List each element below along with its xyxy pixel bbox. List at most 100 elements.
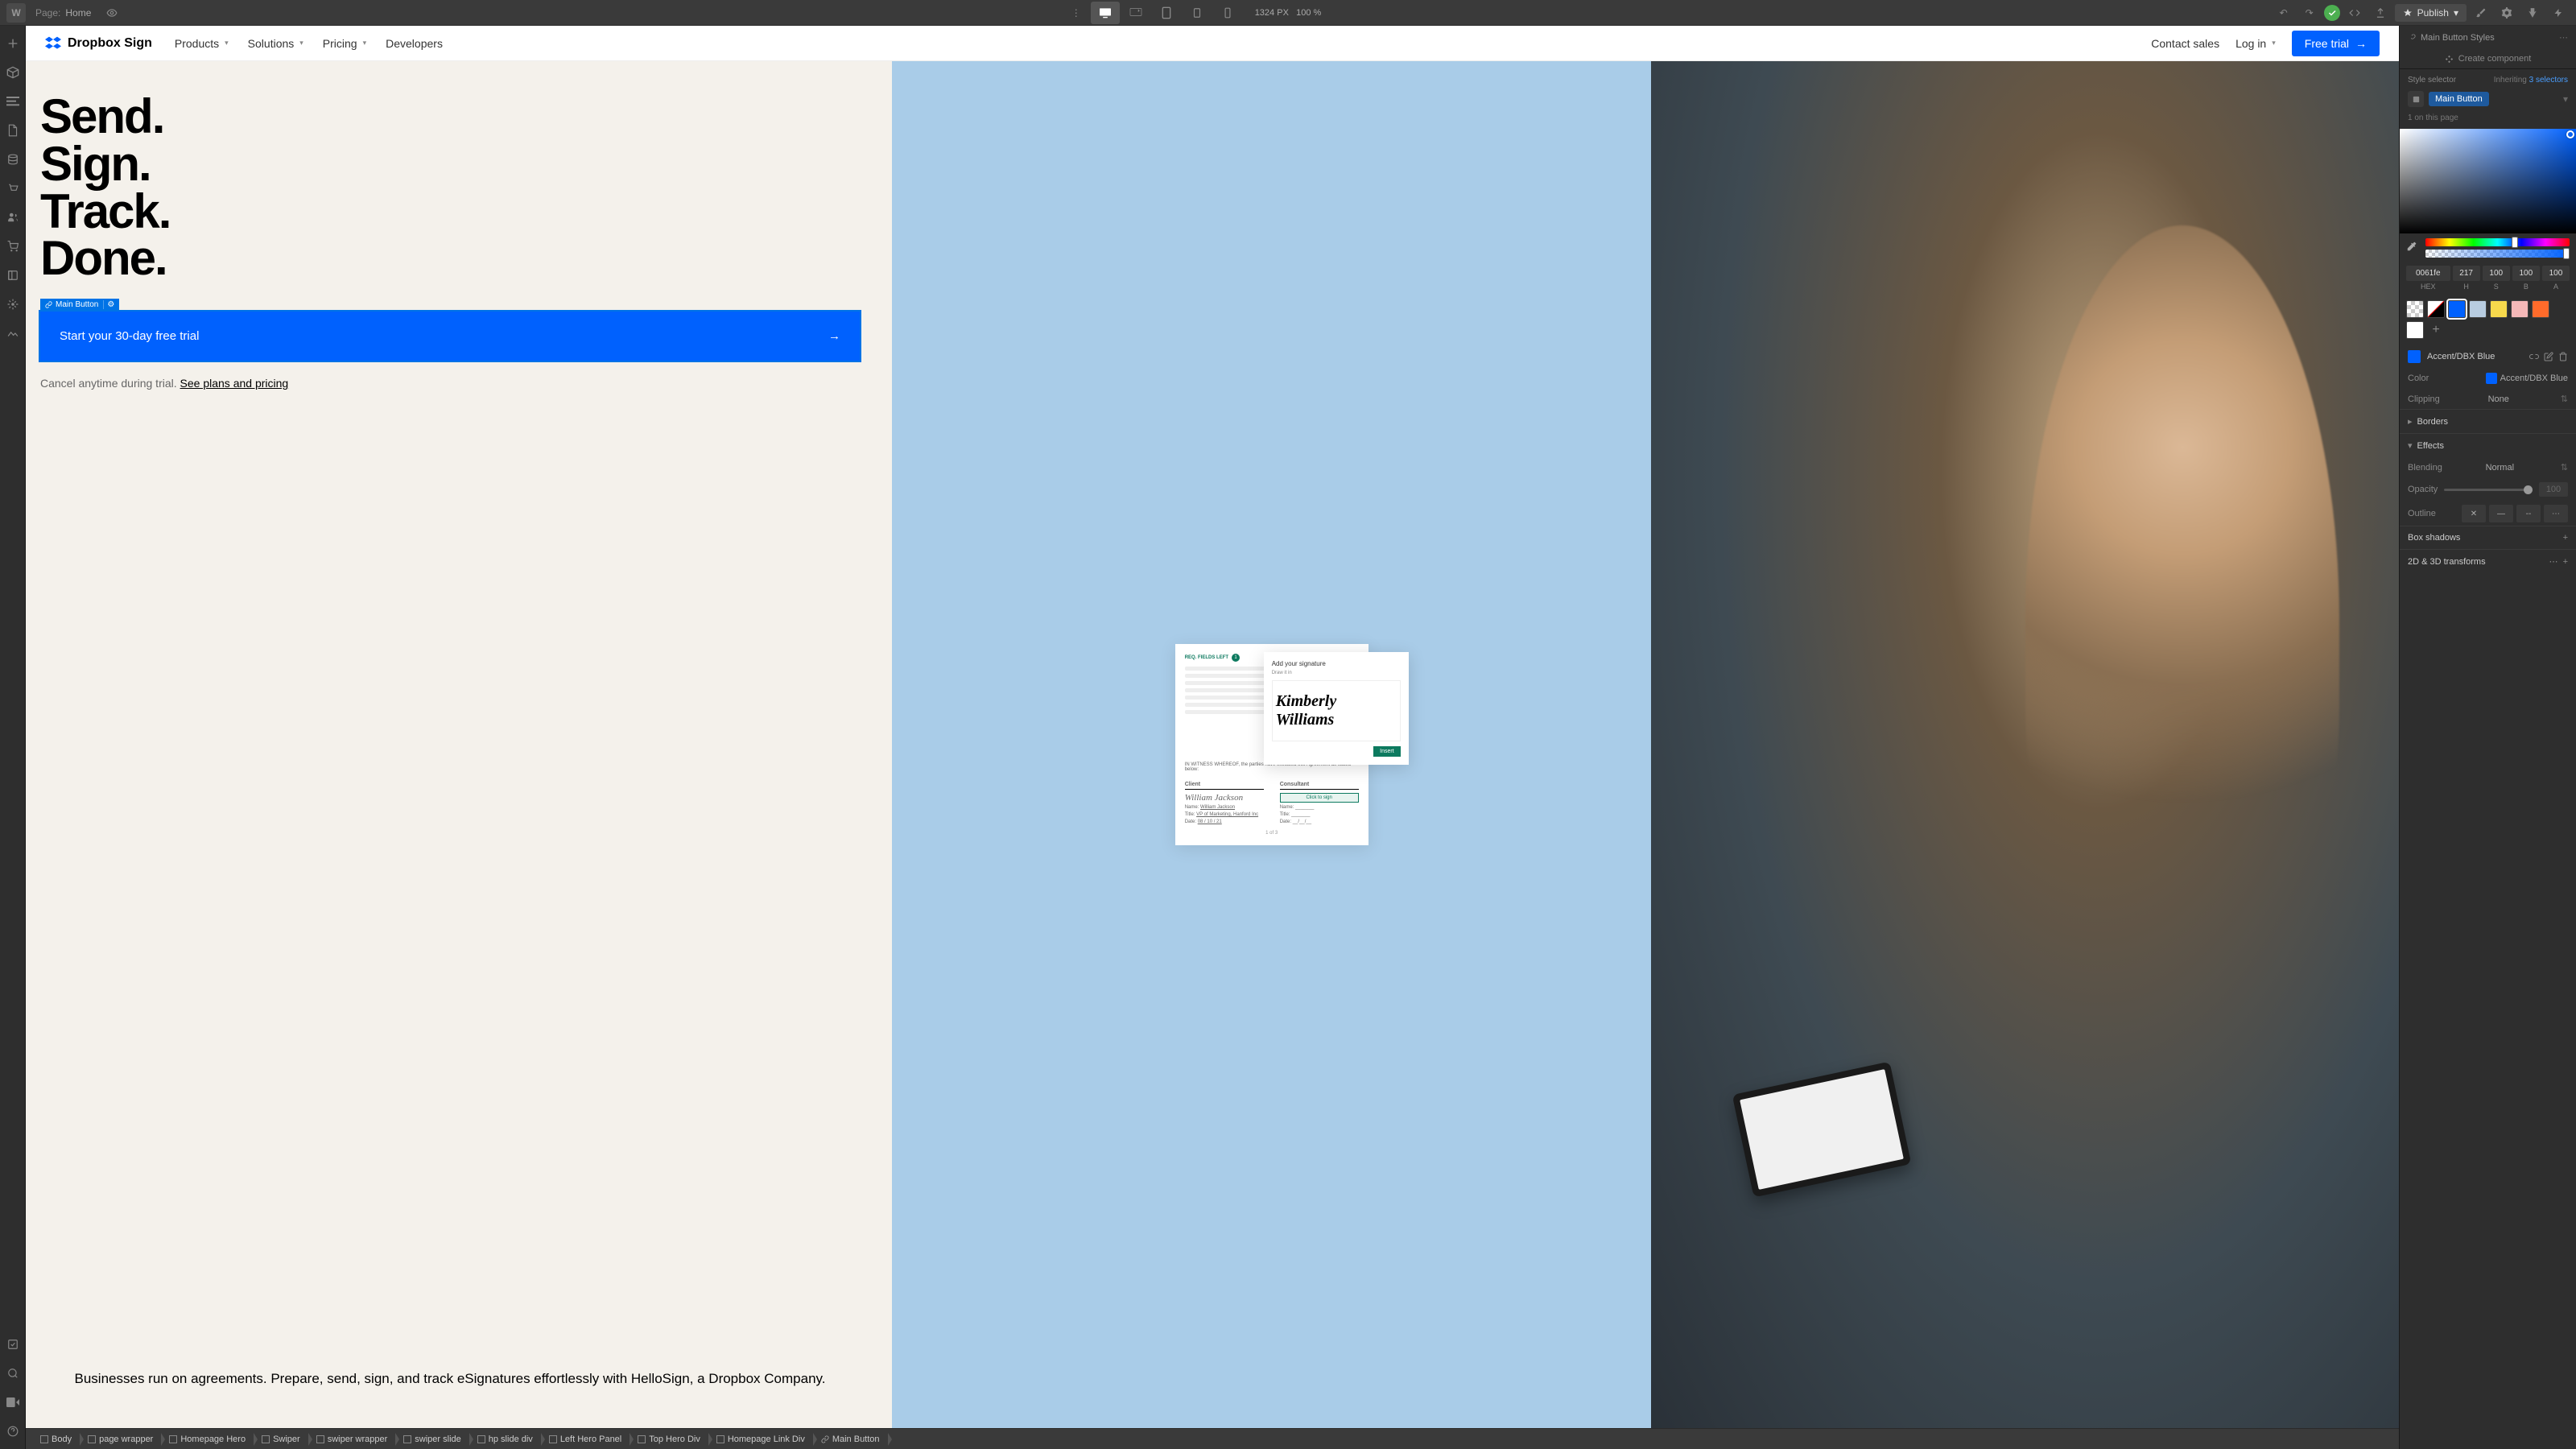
cms-icon[interactable]: [0, 145, 26, 174]
add-shadow-icon[interactable]: +: [2563, 533, 2568, 543]
selection-settings-icon[interactable]: ⚙: [103, 300, 114, 309]
saturation-picker[interactable]: [2400, 129, 2576, 233]
audit-icon[interactable]: [0, 319, 26, 348]
hue-slider[interactable]: [2425, 238, 2570, 246]
click-to-sign[interactable]: Click to sign: [1280, 793, 1359, 803]
hero-plans-link[interactable]: See plans and pricing: [180, 377, 289, 390]
ecommerce-icon[interactable]: [0, 174, 26, 203]
swatch-lightblue[interactable]: [2469, 300, 2487, 318]
design-canvas[interactable]: Dropbox Sign Products Solutions Pricing …: [26, 26, 2399, 1428]
nav-login[interactable]: Log in: [2235, 37, 2276, 50]
h-input[interactable]: [2453, 266, 2480, 281]
bc-homepage-hero[interactable]: Homepage Hero: [161, 1435, 254, 1444]
create-component-button[interactable]: Create component: [2400, 49, 2576, 69]
s-input[interactable]: [2483, 266, 2510, 281]
nav-trial-button[interactable]: Free trial→: [2292, 31, 2380, 56]
bc-homepage-link-div[interactable]: Homepage Link Div: [708, 1435, 813, 1444]
cart-icon[interactable]: [0, 232, 26, 261]
nav-products[interactable]: Products: [175, 37, 229, 50]
device-tablet[interactable]: [1152, 2, 1181, 24]
delete-icon[interactable]: [2558, 352, 2568, 361]
hero-description[interactable]: Businesses run on agreements. Prepare, s…: [40, 1369, 860, 1406]
interactions-icon[interactable]: [2521, 2, 2544, 24]
device-desktop[interactable]: [1091, 2, 1120, 24]
selection-label[interactable]: Main Button ⚙: [40, 299, 119, 311]
nav-contact[interactable]: Contact sales: [2151, 37, 2219, 50]
box-shadows-section[interactable]: Box shadows+: [2400, 526, 2576, 549]
eyedropper-icon[interactable]: [2406, 241, 2421, 255]
box-icon[interactable]: [0, 58, 26, 87]
bc-body[interactable]: Body: [32, 1435, 80, 1444]
main-button[interactable]: Start your 30-day free trial →: [40, 312, 860, 361]
swatch-yellow[interactable]: [2490, 300, 2508, 318]
b-input[interactable]: [2512, 266, 2540, 281]
publish-button[interactable]: Publish ▾: [2395, 4, 2467, 22]
menu-icon[interactable]: ⋮: [1065, 2, 1088, 24]
bolt-icon[interactable]: [2547, 2, 2570, 24]
edit-icon[interactable]: [2544, 352, 2553, 361]
preview-icon[interactable]: [101, 2, 123, 24]
selector-dropdown-icon[interactable]: ▾: [2563, 93, 2568, 105]
navigator-icon[interactable]: [0, 87, 26, 116]
nav-pricing[interactable]: Pricing: [323, 37, 366, 50]
code-icon[interactable]: [2343, 2, 2366, 24]
swatch-blackwhite[interactable]: [2427, 300, 2445, 318]
add-element-icon[interactable]: [0, 29, 26, 58]
help-icon[interactable]: [0, 1417, 26, 1446]
device-tablet-small[interactable]: [1183, 2, 1212, 24]
search-icon[interactable]: [0, 1359, 26, 1388]
detach-icon[interactable]: [2529, 352, 2539, 361]
a-input[interactable]: [2542, 266, 2570, 281]
bc-main-button[interactable]: Main Button: [813, 1435, 888, 1444]
blending-select[interactable]: Normal: [2486, 463, 2514, 473]
clipping-select[interactable]: None: [2488, 394, 2509, 404]
outline-dashed[interactable]: --: [2516, 505, 2541, 522]
outline-dotted[interactable]: ⋯: [2544, 505, 2568, 522]
panel-menu-icon[interactable]: ⋯: [2559, 32, 2568, 43]
page-selector[interactable]: Page: Home: [29, 7, 97, 19]
nav-solutions[interactable]: Solutions: [248, 37, 303, 50]
alpha-slider[interactable]: [2425, 250, 2570, 258]
export-icon[interactable]: [2369, 2, 2392, 24]
effects-section[interactable]: ▾Effects: [2400, 433, 2576, 457]
swatch-add[interactable]: +: [2427, 321, 2445, 339]
transforms-section[interactable]: 2D & 3D transforms⋯ +: [2400, 549, 2576, 573]
swatch-orange[interactable]: [2532, 300, 2549, 318]
site-logo[interactable]: Dropbox Sign: [45, 35, 152, 52]
swatch-transparent[interactable]: [2406, 300, 2424, 318]
bc-page-wrapper[interactable]: page wrapper: [80, 1435, 161, 1444]
gear-icon[interactable]: [2496, 2, 2518, 24]
undo-icon[interactable]: ↶: [2273, 2, 2295, 24]
outline-solid[interactable]: —: [2489, 505, 2513, 522]
borders-section[interactable]: ▸Borders: [2400, 409, 2576, 433]
opacity-slider[interactable]: [2444, 489, 2533, 491]
device-desktop-large[interactable]: [1121, 2, 1150, 24]
bc-swiper-wrapper[interactable]: swiper wrapper: [308, 1435, 396, 1444]
hex-input[interactable]: [2406, 266, 2450, 281]
settings-icon[interactable]: [0, 290, 26, 319]
bc-swiper-slide[interactable]: swiper slide: [395, 1435, 469, 1444]
bc-left-hero-panel[interactable]: Left Hero Panel: [541, 1435, 630, 1444]
webflow-logo[interactable]: W: [6, 3, 26, 23]
swatch-pink[interactable]: [2511, 300, 2529, 318]
bc-hp-slide-div[interactable]: hp slide div: [469, 1435, 541, 1444]
canvas-zoom[interactable]: 100 %: [1296, 8, 1321, 18]
video-icon[interactable]: [0, 1388, 26, 1417]
selector-type-icon[interactable]: [2408, 91, 2424, 107]
opacity-input[interactable]: 100: [2539, 482, 2568, 497]
brush-icon[interactable]: [2470, 2, 2492, 24]
status-indicator[interactable]: [2324, 5, 2340, 21]
canvas-width[interactable]: 1324: [1255, 8, 1274, 18]
assets-icon[interactable]: [0, 261, 26, 290]
nav-developers[interactable]: Developers: [386, 37, 443, 50]
selector-chip[interactable]: Main Button: [2429, 92, 2489, 106]
check-icon[interactable]: [0, 1330, 26, 1359]
swatch-white[interactable]: [2406, 321, 2424, 339]
hero-subtext[interactable]: Cancel anytime during trial. See plans a…: [40, 377, 860, 390]
inheriting-link[interactable]: 3 selectors: [2529, 76, 2568, 85]
device-mobile[interactable]: [1213, 2, 1242, 24]
hero-headline[interactable]: Send. Sign. Track. Done.: [40, 93, 860, 283]
outline-none[interactable]: ✕: [2462, 505, 2486, 522]
redo-icon[interactable]: ↷: [2298, 2, 2321, 24]
bc-top-hero-div[interactable]: Top Hero Div: [630, 1435, 708, 1444]
